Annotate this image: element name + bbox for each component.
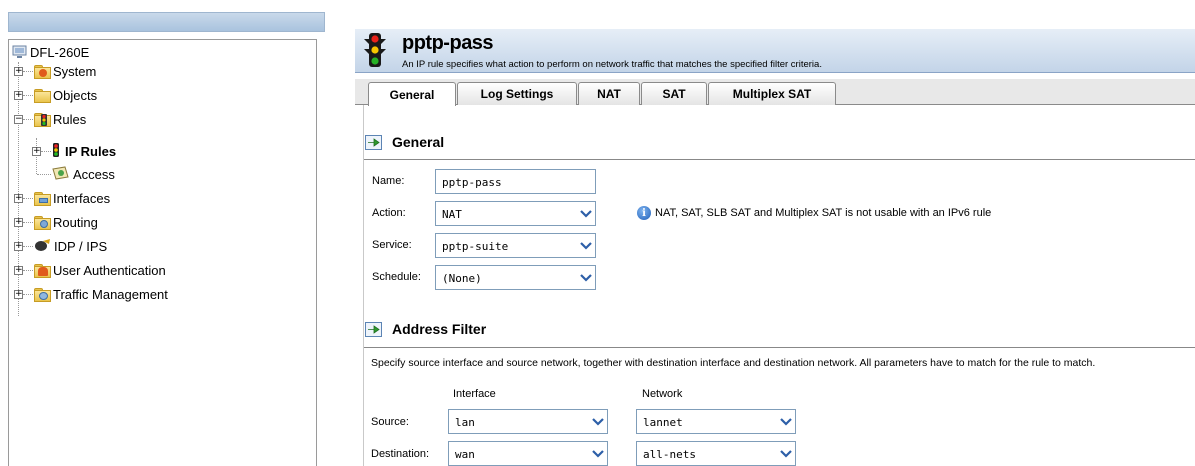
traffic-light-icon [52, 142, 60, 160]
network-column-header: Network [642, 388, 683, 400]
service-value: pptp-suite [442, 240, 509, 253]
tree-item-objects[interactable]: Objects [34, 85, 97, 105]
tree-item-label: Interfaces [53, 190, 111, 206]
tree-item-ip-rules[interactable]: IP Rules [52, 141, 116, 161]
folder-icon [34, 65, 51, 79]
folder-icon [34, 264, 51, 278]
tree-connector [18, 62, 19, 316]
traffic-light-icon [364, 33, 386, 72]
page-header: pptp-pass An IP rule specifies what acti… [355, 29, 1195, 73]
source-interface-value: lan [455, 416, 475, 429]
arrow-right-icon [365, 134, 382, 150]
address-filter-description: Specify source interface and source netw… [371, 357, 1096, 369]
tree-item-access[interactable]: Access [52, 164, 115, 184]
tree-item-label: Routing [53, 214, 98, 230]
service-select[interactable]: pptp-suite [435, 233, 596, 258]
tree-item-label: User Authentication [53, 262, 166, 278]
folder-icon [34, 89, 51, 103]
destination-network-select[interactable]: all-nets [636, 441, 796, 466]
source-network-value: lannet [643, 416, 683, 429]
tree-root-dfl260e[interactable]: DFL-260E [12, 42, 89, 62]
tree-item-label: IDP / IPS [54, 238, 108, 254]
page-subtitle: An IP rule specifies what action to perf… [402, 59, 822, 70]
tab-sat[interactable]: SAT [641, 82, 707, 105]
chevron-down-icon[interactable] [577, 266, 595, 289]
section-title: Address Filter [392, 321, 487, 337]
tree-item-rules[interactable]: Rules [34, 109, 86, 129]
folder-icon [34, 216, 51, 230]
action-value: NAT [442, 208, 462, 221]
tree-item-idp-ips[interactable]: IDP / IPS [34, 236, 107, 256]
tree-item-interfaces[interactable]: Interfaces [34, 188, 110, 208]
tab-nat[interactable]: NAT [578, 82, 640, 105]
tree-item-label: System [53, 63, 97, 79]
chevron-down-icon[interactable] [777, 442, 795, 465]
info-icon: i [637, 206, 651, 220]
destination-network-value: all-nets [643, 448, 696, 461]
chevron-down-icon[interactable] [577, 234, 595, 257]
action-select[interactable]: NAT [435, 201, 596, 226]
tree-item-label: Rules [53, 111, 87, 127]
tab-general[interactable]: General [368, 82, 456, 106]
destination-label: Destination: [371, 448, 430, 460]
section-title: General [392, 134, 445, 150]
tree-item-system[interactable]: System [34, 61, 96, 81]
expand-icon[interactable]: + [14, 194, 23, 203]
source-interface-select[interactable]: lan [448, 409, 608, 434]
firewall-icon [12, 45, 27, 59]
chevron-down-icon[interactable] [589, 442, 607, 465]
expand-icon[interactable]: + [32, 147, 41, 156]
name-label: Name: [372, 175, 405, 187]
access-icon [52, 165, 70, 183]
tree-connector [36, 138, 37, 174]
tree-item-label: IP Rules [65, 143, 117, 159]
expand-icon[interactable]: + [14, 266, 23, 275]
expand-icon[interactable]: + [14, 242, 23, 251]
tab-log-settings[interactable]: Log Settings [457, 82, 577, 105]
note-text: NAT, SAT, SLB SAT and Multiplex SAT is n… [655, 207, 992, 219]
schedule-value: (None) [442, 272, 482, 285]
divider [364, 159, 1195, 160]
section-address-filter: Address Filter [365, 321, 486, 337]
tree-item-routing[interactable]: Routing [34, 212, 98, 232]
navigation-tree: DFL-260E + System + Objects − Rules + IP… [8, 39, 317, 466]
tree-item-traffic-management[interactable]: Traffic Management [34, 284, 168, 304]
tree-item-label: Objects [53, 87, 98, 103]
source-label: Source: [371, 416, 409, 428]
tree-panel-header [8, 12, 325, 32]
interface-column-header: Interface [453, 388, 496, 400]
page-title: pptp-pass [402, 32, 494, 54]
chevron-down-icon[interactable] [777, 410, 795, 433]
destination-interface-select[interactable]: wan [448, 441, 608, 466]
schedule-select[interactable]: (None) [435, 265, 596, 290]
collapse-icon[interactable]: − [14, 115, 23, 124]
service-label: Service: [372, 239, 412, 251]
tree-item-label: Traffic Management [53, 286, 168, 302]
expand-icon[interactable]: + [14, 91, 23, 100]
chevron-down-icon[interactable] [589, 410, 607, 433]
tree-item-user-authentication[interactable]: User Authentication [34, 260, 166, 280]
name-field[interactable]: pptp-pass [435, 169, 596, 194]
rules-folder-icon [34, 113, 51, 127]
arrow-right-icon [365, 321, 382, 337]
expand-icon[interactable]: + [14, 67, 23, 76]
expand-icon[interactable]: + [14, 218, 23, 227]
destination-interface-value: wan [455, 448, 475, 461]
section-general: General [365, 134, 444, 150]
expand-icon[interactable]: + [14, 290, 23, 299]
folder-icon [34, 192, 51, 206]
idp-icon [34, 238, 51, 255]
schedule-label: Schedule: [372, 271, 421, 283]
folder-icon [34, 288, 51, 302]
divider [364, 347, 1195, 348]
ipv6-note: i NAT, SAT, SLB SAT and Multiplex SAT is… [637, 206, 991, 220]
source-network-select[interactable]: lannet [636, 409, 796, 434]
action-label: Action: [372, 207, 406, 219]
tab-multiplex-sat[interactable]: Multiplex SAT [708, 82, 836, 105]
tree-root-label: DFL-260E [30, 44, 90, 60]
chevron-down-icon[interactable] [577, 202, 595, 225]
tree-item-label: Access [73, 166, 115, 182]
